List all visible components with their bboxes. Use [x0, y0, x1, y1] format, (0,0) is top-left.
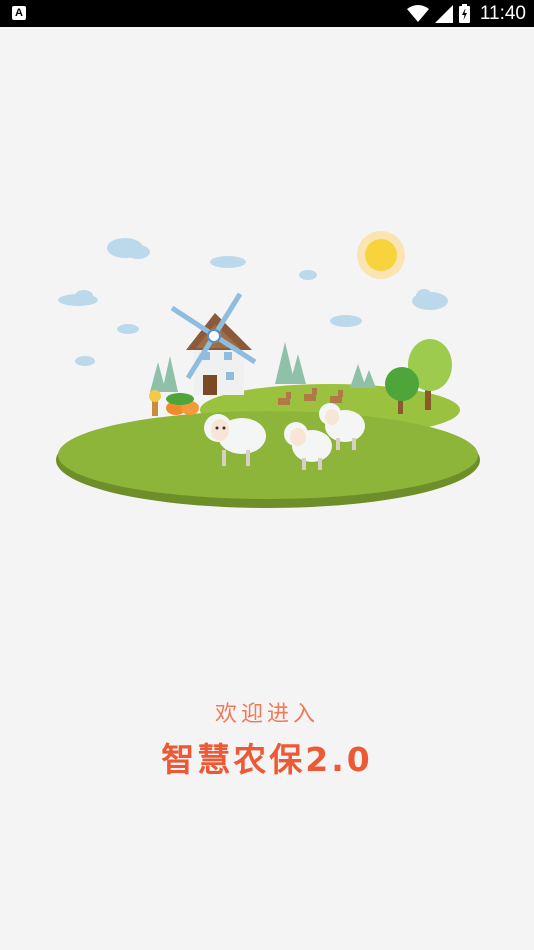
cloud-icon [299, 270, 317, 280]
notification-app-icon: A [12, 6, 26, 20]
cloud-icon [107, 238, 150, 259]
cloud-icon [330, 315, 362, 327]
scarecrow-icon [149, 390, 161, 416]
pumpkin-icon [166, 393, 199, 415]
cell-signal-icon [434, 4, 453, 23]
clock: 11:40 [479, 3, 526, 24]
windmill-house-icon [170, 292, 257, 395]
welcome-text: 欢迎进入 [214, 702, 319, 727]
cloud-icon [58, 290, 98, 306]
status-bar: A 11:40 [0, 0, 534, 27]
cloud-icon [75, 356, 95, 366]
app-name-title: 智慧农保2.0 [161, 740, 373, 779]
wifi-icon [406, 4, 429, 22]
cloud-icon [412, 289, 448, 310]
cloud-icon [117, 324, 139, 334]
status-icons: 11:40 [406, 0, 526, 27]
cloud-icon [210, 256, 246, 268]
farm-scene-illustration [56, 231, 480, 508]
battery-icon [458, 4, 470, 23]
